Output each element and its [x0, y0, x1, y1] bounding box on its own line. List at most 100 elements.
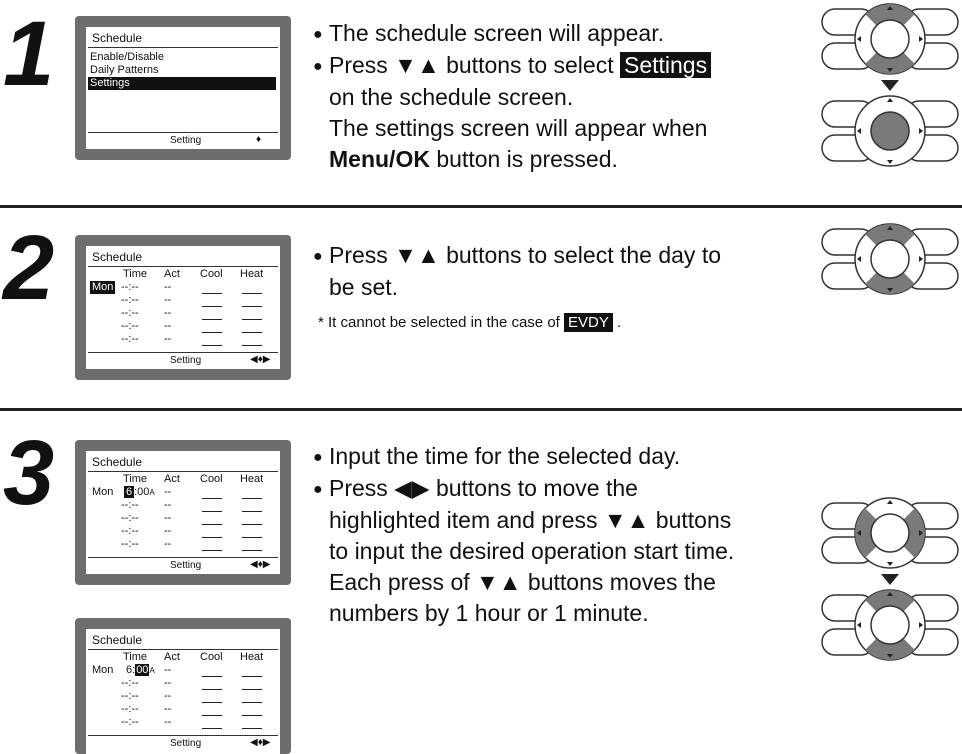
- col-cool: Cool: [200, 651, 223, 663]
- ampm: A: [149, 666, 155, 675]
- act-cell: --: [164, 499, 172, 511]
- screen-title: Schedule: [92, 250, 143, 264]
- four-way-icon: ◀♦▶: [250, 559, 271, 570]
- act-cell: --: [164, 486, 172, 498]
- ampm: A: [149, 488, 155, 497]
- col-time: Time: [123, 473, 148, 485]
- lcd-screen-step2: Schedule Time Act Cool Heat Mon --:-- --…: [75, 235, 291, 380]
- act-cell: --: [164, 307, 172, 319]
- screen-footer: Setting: [170, 135, 202, 146]
- step-number-1: 1: [3, 3, 54, 105]
- down-arrow-icon: [881, 574, 899, 585]
- menu-ok-label: Menu/OK: [329, 146, 430, 172]
- col-heat: Heat: [240, 268, 264, 280]
- time-cell: --:--: [121, 525, 139, 537]
- remote-pad-center-icon: [821, 95, 959, 167]
- time-edit: 6:00A: [126, 664, 155, 677]
- col-heat: Heat: [240, 473, 264, 485]
- screen-title: Schedule: [92, 633, 143, 647]
- time-cell: --:--: [121, 677, 139, 689]
- col-cool: Cool: [200, 473, 223, 485]
- time-cell: --:--: [121, 703, 139, 715]
- act-cell: --: [164, 703, 172, 715]
- act-cell: --: [164, 512, 172, 524]
- remote-pad-updown-icon: [821, 589, 959, 661]
- screen-title: Schedule: [92, 31, 143, 45]
- act-cell: --: [164, 716, 172, 728]
- divider: [0, 408, 962, 411]
- step2-instructions: ● Press ▼▲ buttons to select the day to b…: [313, 240, 721, 303]
- four-way-icon: ◀♦▶: [250, 737, 271, 748]
- step2-note: * It cannot be selected in the case of E…: [318, 313, 622, 332]
- four-way-icon: ◀♦▶: [250, 354, 271, 365]
- note-text: * It cannot be selected in the case of: [318, 314, 564, 331]
- time-cell: --:--: [121, 333, 139, 345]
- menu-item-enable-disable: Enable/Disable: [90, 51, 164, 63]
- step1-bullet1: The schedule screen will appear.: [329, 20, 664, 46]
- step1-line3: The settings screen will appear when: [329, 115, 708, 141]
- step2-line2: be set.: [329, 274, 399, 300]
- step1-line4: button is pressed.: [429, 146, 618, 172]
- menu-item-daily-patterns: Daily Patterns: [90, 64, 159, 76]
- screen-title: Schedule: [92, 455, 143, 469]
- col-time: Time: [123, 268, 148, 280]
- step3-line5: numbers by 1 hour or 1 minute.: [329, 600, 649, 626]
- step1-bullet2-text: Press ▼▲ buttons to select: [329, 52, 620, 78]
- remote-pad-leftright-icon: [821, 497, 959, 569]
- time-cell: --:--: [121, 281, 139, 293]
- evdy-tag: EVDY: [564, 313, 613, 332]
- time-cell: --:--: [121, 512, 139, 524]
- col-time: Time: [123, 651, 148, 663]
- time-cell: --:--: [121, 716, 139, 728]
- step1-line2: on the schedule screen.: [329, 84, 574, 110]
- col-act: Act: [164, 651, 180, 663]
- minute: :00: [134, 486, 150, 498]
- step3-bullet2-line1: Press ◀▶ buttons to move the: [329, 475, 638, 501]
- act-cell: --: [164, 690, 172, 702]
- lcd-screen-step3a: Schedule Time Act Cool Heat Mon 6:00A --…: [75, 440, 291, 585]
- settings-tag: Settings: [619, 52, 712, 78]
- minute-selected: 00: [135, 664, 150, 676]
- hour-selected: 6: [124, 486, 135, 498]
- step-number-3: 3: [3, 422, 54, 524]
- act-cell: --: [164, 294, 172, 306]
- col-act: Act: [164, 268, 180, 280]
- act-cell: --: [164, 664, 172, 676]
- remote-pad-updown-icon: [821, 223, 959, 295]
- act-cell: --: [164, 333, 172, 345]
- time-cell: --:--: [121, 294, 139, 306]
- col-cool: Cool: [200, 268, 223, 280]
- down-arrow-icon: [881, 80, 899, 91]
- time-cell: --:--: [121, 307, 139, 319]
- time-edit: 6:00A: [124, 486, 155, 499]
- act-cell: --: [164, 538, 172, 550]
- screen-footer: Setting: [170, 738, 202, 749]
- act-cell: --: [164, 320, 172, 332]
- time-cell: --:--: [121, 499, 139, 511]
- act-cell: --: [164, 525, 172, 537]
- day-mon: Mon: [92, 486, 114, 498]
- lcd-screen-step1: Schedule Enable/Disable Daily Patterns S…: [75, 16, 291, 160]
- screen-footer: Setting: [170, 355, 202, 366]
- note-end: .: [612, 314, 622, 331]
- screen-footer: Setting: [170, 560, 202, 571]
- step3-bullet1: Input the time for the selected day.: [329, 443, 681, 469]
- time-cell: --:--: [121, 538, 139, 550]
- step-number-2: 2: [3, 217, 54, 319]
- step3-instructions: ● Input the time for the selected day. ● P…: [313, 441, 734, 629]
- step3-line3: to input the desired operation start tim…: [329, 538, 735, 564]
- divider: [0, 205, 962, 208]
- day-mon-selected: Mon: [90, 281, 116, 294]
- step3-line2: highlighted item and press ▼▲ buttons: [329, 507, 732, 533]
- col-act: Act: [164, 473, 180, 485]
- day-mon: Mon: [92, 664, 114, 676]
- act-cell: --: [164, 281, 172, 293]
- step2-bullet1: Press ▼▲ buttons to select the day to: [329, 242, 721, 268]
- remote-pad-updown-icon: [821, 3, 959, 75]
- time-cell: --:--: [121, 690, 139, 702]
- col-heat: Heat: [240, 651, 264, 663]
- act-cell: --: [164, 677, 172, 689]
- menu-item-settings-selected: Settings: [88, 77, 276, 90]
- time-cell: --:--: [121, 320, 139, 332]
- lcd-screen-step3b: Schedule Time Act Cool Heat Mon 6:00A --…: [75, 618, 291, 754]
